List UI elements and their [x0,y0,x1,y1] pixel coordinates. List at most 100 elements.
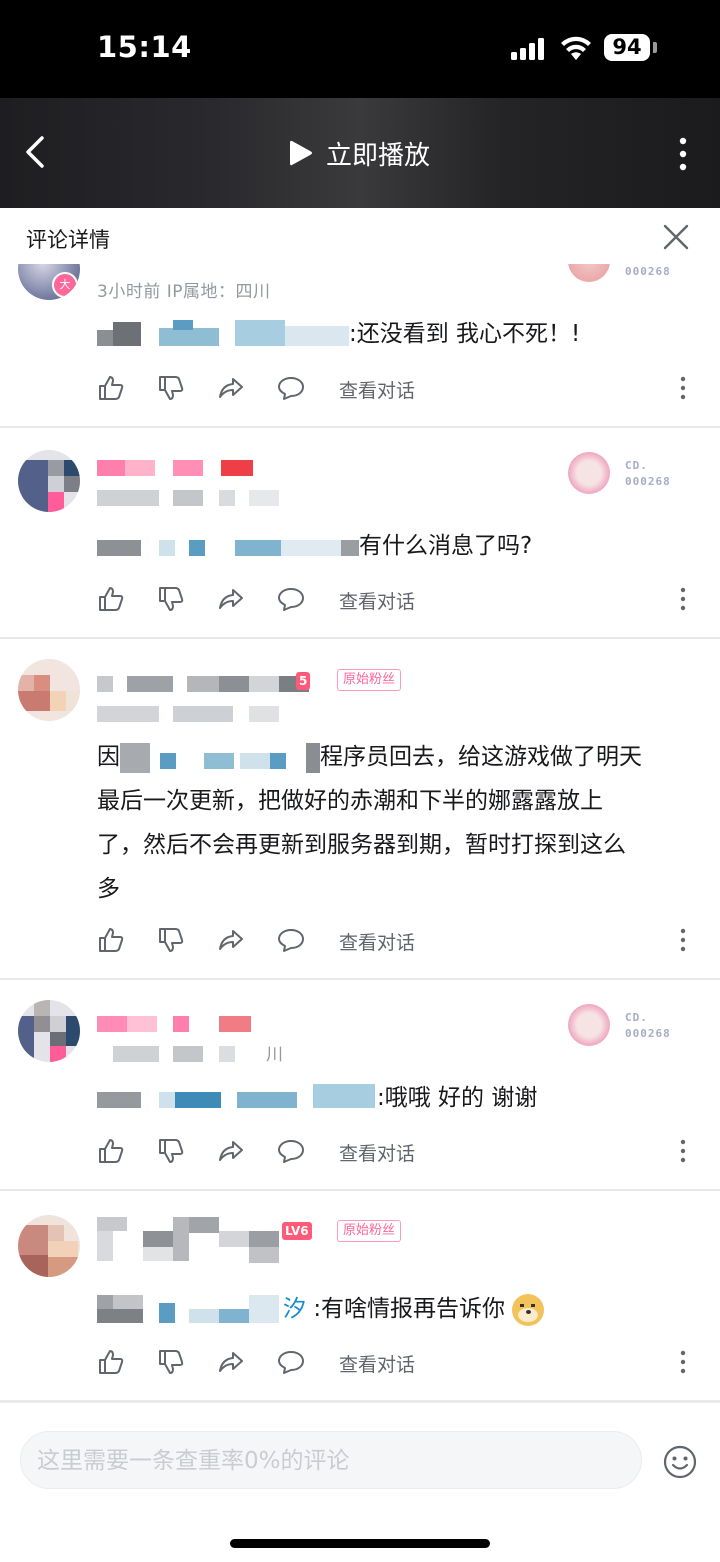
comment-text-content: 有什么消息了吗? [359,533,533,559]
avatar[interactable] [18,450,80,512]
username-mosaic [97,676,317,692]
comment-text-line: 最后一次更新，把做好的赤潮和下半的娜露露放上 [97,788,603,814]
panel-title: 评论详情 [26,228,110,252]
like-icon[interactable] [97,374,125,402]
view-conversation-link[interactable]: 查看对话 [339,1350,415,1377]
comment-text: 有什么消息了吗? [97,524,532,568]
comment-text: 因 程序员回去，给这游戏做了明天 最后一次更新，把做好的赤潮和下半的娜露露放上 … [97,735,677,911]
like-icon[interactable] [97,585,125,613]
dislike-icon[interactable] [157,374,185,402]
back-icon[interactable] [22,134,52,170]
like-icon[interactable] [97,926,125,954]
comment-actions: 查看对话 [97,1137,697,1167]
comment-text: :哦哦 好的 谢谢 [97,1076,537,1120]
view-conversation-link[interactable]: 查看对话 [339,928,415,955]
comment-text-content: :哦哦 好的 谢谢 [377,1085,538,1111]
meta-mosaic [97,490,287,506]
share-icon[interactable] [217,374,245,402]
share-icon[interactable] [217,585,245,613]
fan-medal-prefix: CD. [625,459,648,472]
comment-text-first-char: 因 [97,744,120,770]
comment-more-icon[interactable] [679,1350,687,1374]
fan-medal-prefix: CD. [625,1011,648,1024]
comment-more-icon[interactable] [679,587,687,611]
mention-mosaic [97,1294,283,1325]
fan-medal-sticker [568,264,610,282]
share-icon[interactable] [217,1137,245,1165]
comment-more-icon[interactable] [679,928,687,952]
battery-indicator: 94 [604,34,650,61]
dislike-icon[interactable] [157,1348,185,1376]
fan-medal-sticker [568,452,610,494]
level-badge: 5 [296,672,311,690]
close-icon[interactable] [663,224,689,250]
meta-mosaic [97,706,287,722]
fan-medal-sticker [568,1004,610,1046]
mention-name-tail[interactable]: 汐 [283,1296,306,1322]
comment-actions: 查看对话 [97,374,697,404]
comment-input[interactable]: 这里需要一条查重率0%的评论 [20,1431,642,1489]
play-now-button[interactable]: 立即播放 [288,134,430,172]
wifi-icon [561,36,591,60]
play-now-label: 立即播放 [326,140,431,171]
mention-mosaic [97,319,349,350]
fan-medal-number: 000268 [625,265,671,278]
reply-icon[interactable] [277,374,305,402]
comment-detail-header: 评论详情 [0,208,720,264]
dislike-icon[interactable] [157,585,185,613]
home-indicator [230,1539,490,1548]
comment-text-line: 程序员回去，给这游戏做了明天 [320,744,642,770]
comment-text-line: 多 [97,876,120,902]
reply-icon[interactable] [277,1137,305,1165]
fan-medal-number: 000268 [625,475,671,488]
level-badge: LV6 [282,1222,312,1240]
original-fan-badge: 原始粉丝 [337,1220,402,1242]
status-bar: 15:14 94 [0,0,720,98]
comment-more-icon[interactable] [679,376,687,400]
mention-mosaic [97,532,359,562]
share-icon[interactable] [217,926,245,954]
username-mosaic [97,1217,287,1277]
comment-item: 大 000268 3小时前 IP属地：四川 :还没看到 我心不死！! 查看对话 [0,264,720,428]
comment-text-content: :有啥情报再告诉你 [313,1296,506,1322]
like-icon[interactable] [97,1348,125,1376]
view-conversation-link[interactable]: 查看对话 [339,587,415,614]
doge-emoji-icon [512,1293,545,1326]
video-header: 立即播放 [0,98,720,208]
like-icon[interactable] [97,1137,125,1165]
share-icon[interactable] [217,1348,245,1376]
view-conversation-link[interactable]: 查看对话 [339,376,415,403]
comment-meta: 3小时前 IP属地：四川 [97,282,271,302]
more-options-icon[interactable] [672,136,694,172]
dislike-icon[interactable] [157,926,185,954]
avatar[interactable] [18,1215,80,1277]
avatar[interactable]: 大 [18,264,80,300]
dislike-icon[interactable] [157,1137,185,1165]
avatar[interactable] [18,1000,80,1062]
comment-item: LV6 原始粉丝 汐 :有啥情报再告诉你 查看对话 [0,1191,720,1402]
comment-item: CD. 000268 有什么消息了吗? 查看对话 [0,428,720,639]
emoji-icon[interactable] [663,1445,697,1479]
reply-icon[interactable] [277,1348,305,1376]
battery-cap [653,42,657,53]
meta-mosaic [97,1046,267,1062]
comment-item: 5 原始粉丝 因 程序员回去，给这游戏做了明天 最后一次更新，把做好的赤潮和下半… [0,639,720,980]
comment-meta-tail: 川 [266,1045,283,1065]
comment-text: 汐 :有啥情报再告诉你 [97,1287,545,1331]
comment-actions: 查看对话 [97,585,697,615]
comment-more-icon[interactable] [679,1139,687,1163]
comment-item: 川 CD. 000268 :哦哦 好的 谢谢 查看对话 [0,980,720,1191]
avatar[interactable] [18,659,80,721]
reply-icon[interactable] [277,585,305,613]
comment-actions: 查看对话 [97,926,697,956]
comment-text-line: 了，然后不会再更新到服务器到期，暂时打探到这么 [97,832,626,858]
fan-medal-label: CD. 000268 [625,458,671,490]
fan-medal-number: 000268 [625,1027,671,1040]
comment-text-content: :还没看到 我心不死！! [349,321,581,347]
signal-icon [511,38,547,60]
comment-text: :还没看到 我心不死！! [97,312,580,356]
play-icon [290,140,312,166]
username-mosaic [97,460,257,476]
reply-icon[interactable] [277,926,305,954]
view-conversation-link[interactable]: 查看对话 [339,1139,415,1166]
